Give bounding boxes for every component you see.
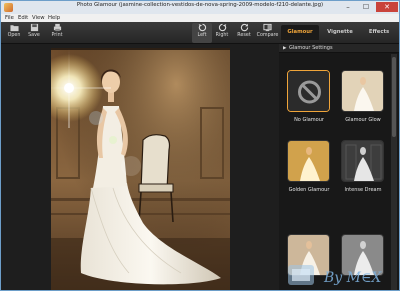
panel-tabs: Glamour Vignette Effects: [279, 22, 399, 44]
save-label: Save: [28, 33, 40, 38]
scrollbar-thumb[interactable]: [392, 57, 396, 137]
title-bar: Photo Glamour (jasmine-collection-vestid…: [1, 1, 399, 14]
menu-file[interactable]: File: [5, 14, 14, 22]
tab-effects[interactable]: Effects: [362, 25, 396, 40]
compare-icon: [263, 23, 272, 32]
glamour-glow-thumbnail: [342, 71, 383, 111]
golden-glamour-thumbnail: [288, 141, 329, 181]
printer-icon: [53, 23, 61, 32]
compare-label: Compare: [256, 33, 279, 38]
open-label: Open: [7, 33, 21, 38]
menu-view[interactable]: View: [32, 14, 45, 22]
panel-scrollbar[interactable]: [391, 54, 397, 290]
tab-glamour[interactable]: Glamour: [281, 25, 319, 40]
bride-photo[interactable]: [51, 48, 230, 290]
watermark-logo: By M∈X: [288, 265, 382, 286]
open-button[interactable]: Open: [5, 23, 23, 43]
preset-glamour-glow[interactable]: [341, 70, 384, 112]
maximize-button[interactable]: ☐: [358, 2, 374, 12]
rotate-right-button[interactable]: Right: [213, 23, 231, 43]
glamour-settings-header[interactable]: ▶ Glamour Settings: [279, 44, 399, 53]
app-window: Photo Glamour (jasmine-collection-vestid…: [0, 0, 400, 291]
right-label: Right: [215, 33, 229, 38]
close-button[interactable]: ✕: [376, 2, 398, 12]
rotate-left-icon: [198, 23, 206, 32]
minimize-button[interactable]: –: [340, 2, 356, 12]
glamour-settings-title: Glamour Settings: [289, 45, 333, 51]
left-label: Left: [197, 33, 207, 38]
menu-help[interactable]: Help: [48, 14, 60, 22]
print-button[interactable]: Print: [48, 23, 66, 43]
preset-golden-glamour[interactable]: [287, 140, 330, 182]
reset-button[interactable]: Reset: [234, 23, 254, 43]
rotate-right-icon: [218, 23, 226, 32]
glamour-settings-panel: ▶ Glamour Settings No Glamour Glamour Gl…: [279, 44, 399, 290]
compare-button[interactable]: Compare: [256, 23, 279, 43]
preset-no-glamour[interactable]: [287, 70, 330, 112]
save-button[interactable]: Save: [25, 23, 43, 43]
reset-icon: [240, 23, 248, 32]
rotate-left-button[interactable]: Left: [192, 23, 212, 43]
save-icon: [30, 23, 38, 32]
reset-label: Reset: [237, 33, 251, 38]
intense-dream-thumbnail: [342, 141, 383, 181]
preset-label: Golden Glamour: [288, 187, 330, 193]
no-glamour-thumbnail: [288, 71, 329, 111]
preset-label: No Glamour: [294, 117, 324, 123]
print-label: Print: [51, 33, 63, 38]
tab-vignette[interactable]: Vignette: [322, 25, 358, 40]
triangle-right-icon: ▶: [283, 46, 287, 51]
preset-intense-dream[interactable]: [341, 140, 384, 182]
preset-label: Intense Dream: [344, 187, 382, 193]
menu-bar: File Edit View Help: [1, 14, 399, 22]
watermark-text: By M∈X: [323, 270, 382, 286]
preset-label: Glamour Glow: [345, 117, 381, 123]
bride-photo-image: [51, 48, 230, 290]
folder-icon: [9, 25, 19, 32]
watermark: By M∈X: [286, 259, 398, 290]
menu-edit[interactable]: Edit: [18, 14, 28, 22]
